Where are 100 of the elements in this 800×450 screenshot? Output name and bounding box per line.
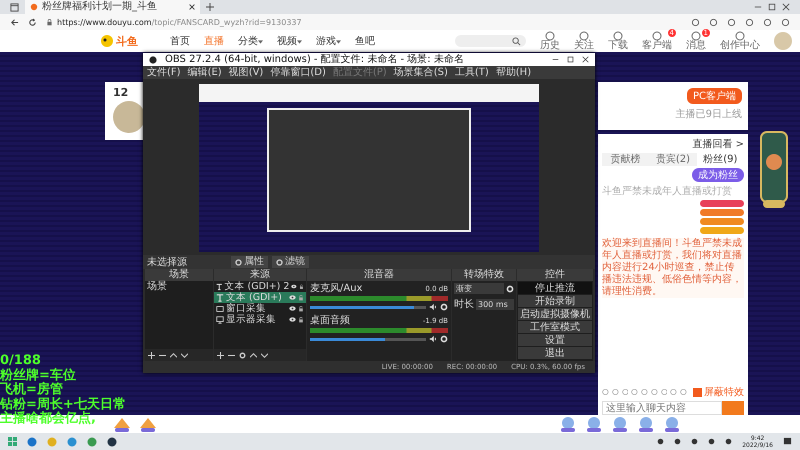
menu-item[interactable]: 编辑(E) — [188, 66, 222, 78]
maximize-icon[interactable] — [567, 56, 574, 63]
browser-tab[interactable]: 粉丝牌福利计划一期_斗鱼 — [25, 0, 200, 14]
avatar — [113, 101, 145, 133]
window-icon — [216, 304, 224, 312]
overlay-text: 0/188 — [0, 354, 42, 368]
tab-actions-icon[interactable] — [10, 2, 19, 12]
nav-tool[interactable]: 下载 — [608, 31, 628, 51]
duration-field[interactable]: 300 ms — [476, 298, 514, 310]
source-item[interactable]: 文本 (GDI+) 2 — [214, 281, 306, 292]
chat-input[interactable]: 这里输入聊天内容 — [602, 401, 722, 415]
menu-item[interactable]: 场景集合(S) — [394, 66, 448, 78]
menu-item[interactable]: 帮助(H) — [496, 66, 532, 78]
eye-icon[interactable] — [289, 316, 296, 323]
menu-item[interactable]: 工具(T) — [454, 66, 489, 78]
gear-icon[interactable] — [440, 303, 448, 311]
channel-name: 桌面音频 — [310, 315, 350, 326]
nav-tool[interactable]: 历史 — [540, 31, 560, 51]
new-tab-icon[interactable] — [206, 3, 214, 11]
move-down-icon[interactable] — [261, 352, 268, 358]
gear-icon[interactable] — [440, 335, 448, 343]
maximize-icon[interactable] — [768, 3, 776, 11]
gift-icon[interactable] — [112, 416, 132, 432]
minimize-icon[interactable] — [552, 56, 559, 63]
join-fans-button[interactable]: 成为粉丝 — [692, 168, 744, 182]
transition-dropdown[interactable]: 渐变 — [454, 283, 504, 294]
tray-icon[interactable] — [691, 438, 698, 445]
fish-logo-icon — [100, 34, 114, 48]
obs-logo-icon — [149, 56, 157, 64]
notice-text: 斗鱼严禁未成年人直播或打赏 — [602, 184, 733, 198]
source-item[interactable]: 显示器采集 — [214, 314, 306, 325]
menu-item[interactable]: 文件(F) — [147, 66, 181, 78]
close-icon[interactable] — [582, 56, 589, 63]
back-icon[interactable] — [10, 18, 19, 26]
eye-icon[interactable] — [291, 283, 298, 290]
move-up-icon[interactable] — [250, 352, 257, 358]
menu-item[interactable]: 视图(V) — [228, 66, 264, 78]
lock-icon[interactable] — [298, 316, 304, 322]
control-button[interactable]: 停止推流 — [518, 282, 592, 294]
reload-icon[interactable] — [28, 18, 37, 26]
control-button[interactable]: 设置 — [518, 334, 592, 346]
tool-icon — [735, 31, 745, 41]
nav-tool[interactable]: 创作中心 — [720, 31, 760, 51]
menu-item[interactable]: 停靠窗口(D) — [270, 66, 326, 78]
chat-tab[interactable]: 贵宾(2) — [649, 153, 697, 166]
tray-icon[interactable] — [674, 438, 682, 445]
nav-link[interactable]: 分类 — [238, 34, 263, 48]
gift-icon[interactable] — [662, 416, 682, 432]
tray-icon[interactable] — [657, 438, 664, 445]
nav-link[interactable]: 游戏 — [316, 34, 341, 48]
source-item[interactable]: 窗口采集 — [214, 303, 306, 314]
replay-link[interactable]: 直播回看 > — [692, 137, 744, 151]
add-icon[interactable] — [217, 352, 224, 358]
tool-icon — [545, 31, 555, 41]
gear-icon[interactable] — [239, 352, 246, 358]
tool-icon — [579, 31, 589, 41]
tool-icon — [691, 31, 701, 41]
chat-tab[interactable]: 粉丝(9) — [696, 153, 744, 166]
search-field[interactable] — [455, 35, 526, 47]
scene-item[interactable]: 场景 — [145, 281, 213, 292]
lock-icon[interactable] — [299, 284, 304, 290]
gear-icon — [276, 258, 283, 266]
start-icon[interactable] — [8, 437, 17, 446]
lock-icon[interactable] — [298, 306, 304, 312]
tool-icon — [613, 31, 623, 41]
fish-logo-icon — [30, 3, 38, 11]
speaker-icon[interactable] — [429, 303, 437, 311]
volume-slider[interactable] — [310, 306, 426, 308]
move-up-icon[interactable] — [170, 352, 177, 358]
nav-link[interactable]: 首页 — [170, 34, 190, 48]
nav-link[interactable]: 视频 — [277, 34, 302, 48]
gift-icon[interactable] — [138, 416, 158, 432]
close-icon[interactable] — [782, 3, 790, 11]
close-icon[interactable] — [189, 4, 195, 10]
tray-icon[interactable] — [725, 438, 732, 445]
control-button[interactable]: 启动虚拟摄像机 — [518, 308, 592, 320]
source-action-button[interactable]: 属性 — [231, 256, 268, 268]
gift-icon[interactable] — [636, 416, 656, 432]
tab-title: 粉丝牌福利计划一期_斗鱼 — [42, 1, 158, 13]
chat-tab[interactable]: 贡献榜 — [602, 153, 650, 166]
notice-paragraph: 欢迎来到直播间！斗鱼严禁未成年人直播或打赏，我们将对直播内容进行24小时巡查，禁止传播违法违规、低俗色情等内容，请理性消费。 — [602, 238, 744, 298]
nav-tool[interactable]: 关注 — [574, 31, 594, 51]
nav-link[interactable]: 鱼吧 — [355, 34, 375, 48]
source-status: 未选择源 — [147, 256, 188, 268]
gear-icon[interactable] — [506, 284, 514, 292]
notification-icon[interactable] — [783, 437, 792, 446]
control-button[interactable]: 开始录制 — [518, 295, 592, 307]
control-button[interactable]: 退出 — [518, 347, 592, 359]
source-action-button[interactable]: 滤镜 — [272, 256, 309, 268]
volume-slider[interactable] — [310, 338, 426, 340]
gift-icon[interactable] — [584, 416, 604, 432]
add-icon[interactable] — [148, 352, 155, 358]
move-down-icon[interactable] — [181, 352, 188, 358]
tray-icon[interactable] — [708, 438, 716, 445]
duration-label: 时长 — [454, 298, 474, 311]
eye-icon[interactable] — [289, 305, 296, 312]
gift-icon[interactable] — [610, 416, 630, 432]
control-button[interactable]: 工作室模式 — [518, 321, 592, 333]
speaker-icon[interactable] — [429, 335, 437, 343]
gift-icon[interactable] — [558, 416, 578, 432]
